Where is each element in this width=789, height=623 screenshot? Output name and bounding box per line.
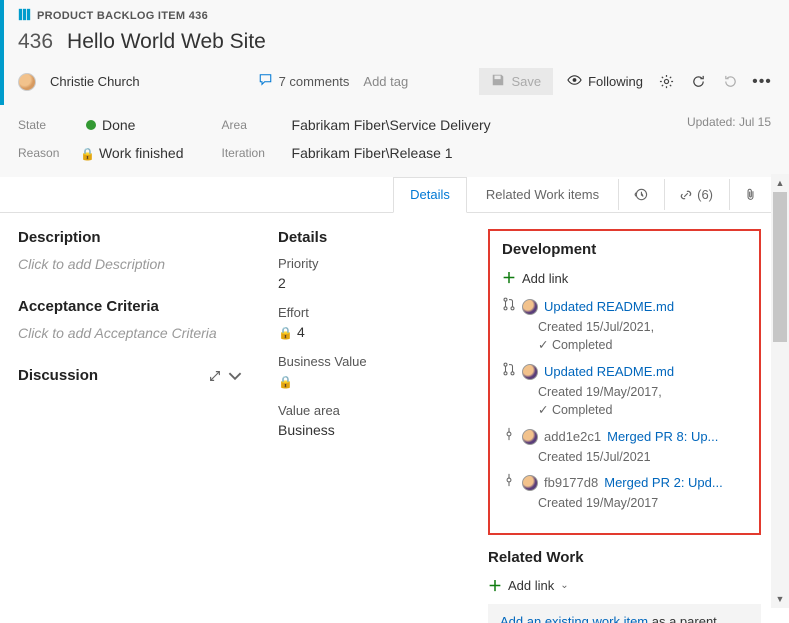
acceptance-title: Acceptance Criteria	[18, 298, 242, 315]
priority-label: Priority	[278, 256, 452, 271]
expand-icon[interactable]	[208, 369, 242, 383]
add-tag[interactable]: Add tag	[363, 74, 408, 89]
plus-icon: ＋	[488, 576, 502, 596]
backlog-icon	[18, 8, 31, 24]
tab-links[interactable]: (6)	[664, 179, 727, 210]
lock-icon: 🔒	[278, 375, 293, 389]
reason-value: Work finished	[99, 145, 184, 161]
related-work-title: Related Work	[488, 549, 761, 566]
check-icon: ✓	[538, 403, 552, 417]
tab-related-work-items[interactable]: Related Work items	[469, 177, 616, 213]
updated-text[interactable]: Updated: Jul 15	[687, 115, 771, 129]
area-value[interactable]: Fabrikam Fiber\Service Delivery	[292, 117, 491, 133]
check-icon: ✓	[538, 338, 552, 352]
scroll-down-icon[interactable]: ▼	[771, 590, 789, 608]
work-item-title[interactable]: Hello World Web Site	[67, 30, 266, 54]
bizval-label: Business Value	[278, 354, 452, 369]
comment-icon	[258, 73, 273, 90]
tab-details[interactable]: Details	[393, 177, 467, 213]
valuearea-label: Value area	[278, 403, 452, 418]
scroll-thumb[interactable]	[773, 192, 787, 342]
dev-link[interactable]: Updated README.md	[544, 297, 674, 317]
author-avatar	[522, 364, 538, 380]
state-dot	[86, 120, 96, 130]
follow-button[interactable]: Following	[567, 74, 643, 89]
description-title: Description	[18, 229, 242, 246]
save-button: Save	[479, 68, 553, 95]
pull-request-icon	[502, 296, 516, 318]
effort-value[interactable]: 🔒4	[278, 324, 452, 340]
priority-value[interactable]: 2	[278, 275, 452, 291]
valuearea-value[interactable]: Business	[278, 422, 452, 438]
dev-sub: Created 19/May/2017	[538, 494, 747, 513]
author-avatar	[522, 429, 538, 445]
area-label: Area	[222, 118, 280, 132]
author-avatar	[522, 475, 538, 491]
discussion-title: Discussion	[18, 367, 98, 384]
description-placeholder[interactable]: Click to add Description	[18, 256, 242, 272]
add-parent-box[interactable]: Add an existing work item as a parent	[488, 604, 761, 623]
dev-link[interactable]: Merged PR 8: Up...	[607, 427, 718, 447]
assignee-avatar[interactable]	[18, 73, 36, 91]
scroll-up-icon[interactable]: ▲	[771, 174, 789, 192]
dev-link[interactable]: Updated README.md	[544, 362, 674, 382]
add-parent-link[interactable]: Add an existing work item	[500, 614, 648, 623]
effort-label: Effort	[278, 305, 452, 320]
state-value[interactable]: Done	[102, 117, 135, 133]
refresh-icon[interactable]	[689, 73, 707, 91]
dev-sub: Created 19/May/2017,	[538, 383, 747, 402]
breadcrumb-text: PRODUCT BACKLOG ITEM 436	[37, 10, 208, 22]
commit-icon	[502, 426, 516, 448]
bizval-value[interactable]: 🔒	[278, 373, 452, 389]
commit-hash[interactable]: fb9177d8	[544, 473, 598, 493]
dev-sub: Created 15/Jul/2021,	[538, 318, 747, 337]
more-icon[interactable]: •••	[753, 73, 771, 91]
lock-icon: 🔒	[278, 326, 293, 340]
commit-hash[interactable]: add1e2c1	[544, 427, 601, 447]
iteration-label: Iteration	[222, 146, 280, 160]
development-section: Development ＋ Add link Updated README.md…	[488, 229, 761, 535]
assignee-name[interactable]: Christie Church	[50, 74, 140, 89]
details-title: Details	[278, 229, 452, 246]
iteration-value[interactable]: Fabrikam Fiber\Release 1	[292, 145, 453, 161]
settings-icon[interactable]	[657, 73, 675, 91]
eye-icon	[567, 74, 582, 89]
dev-sub: Created 15/Jul/2021	[538, 448, 747, 467]
dev-link[interactable]: Merged PR 2: Upd...	[604, 473, 723, 493]
scrollbar[interactable]: ▲ ▼	[771, 174, 789, 608]
pull-request-icon	[502, 361, 516, 383]
add-dev-link[interactable]: ＋ Add link	[502, 268, 747, 288]
comments-link[interactable]: 7 comments	[258, 73, 350, 90]
add-related-link[interactable]: ＋ Add link ⌄	[488, 576, 761, 596]
reason-label: Reason	[18, 146, 68, 160]
lock-icon: 🔒	[80, 147, 95, 161]
breadcrumb: PRODUCT BACKLOG ITEM 436	[12, 8, 771, 24]
author-avatar	[522, 299, 538, 315]
development-title: Development	[502, 241, 747, 258]
plus-icon: ＋	[502, 268, 516, 288]
undo-icon[interactable]	[721, 73, 739, 91]
save-icon	[491, 73, 505, 90]
tab-attachments[interactable]	[729, 179, 771, 210]
tab-history[interactable]	[618, 179, 662, 210]
chevron-down-icon: ⌄	[560, 580, 568, 591]
state-label: State	[18, 118, 68, 132]
commit-icon	[502, 472, 516, 494]
work-item-id: 436	[18, 30, 53, 54]
acceptance-placeholder[interactable]: Click to add Acceptance Criteria	[18, 325, 242, 341]
